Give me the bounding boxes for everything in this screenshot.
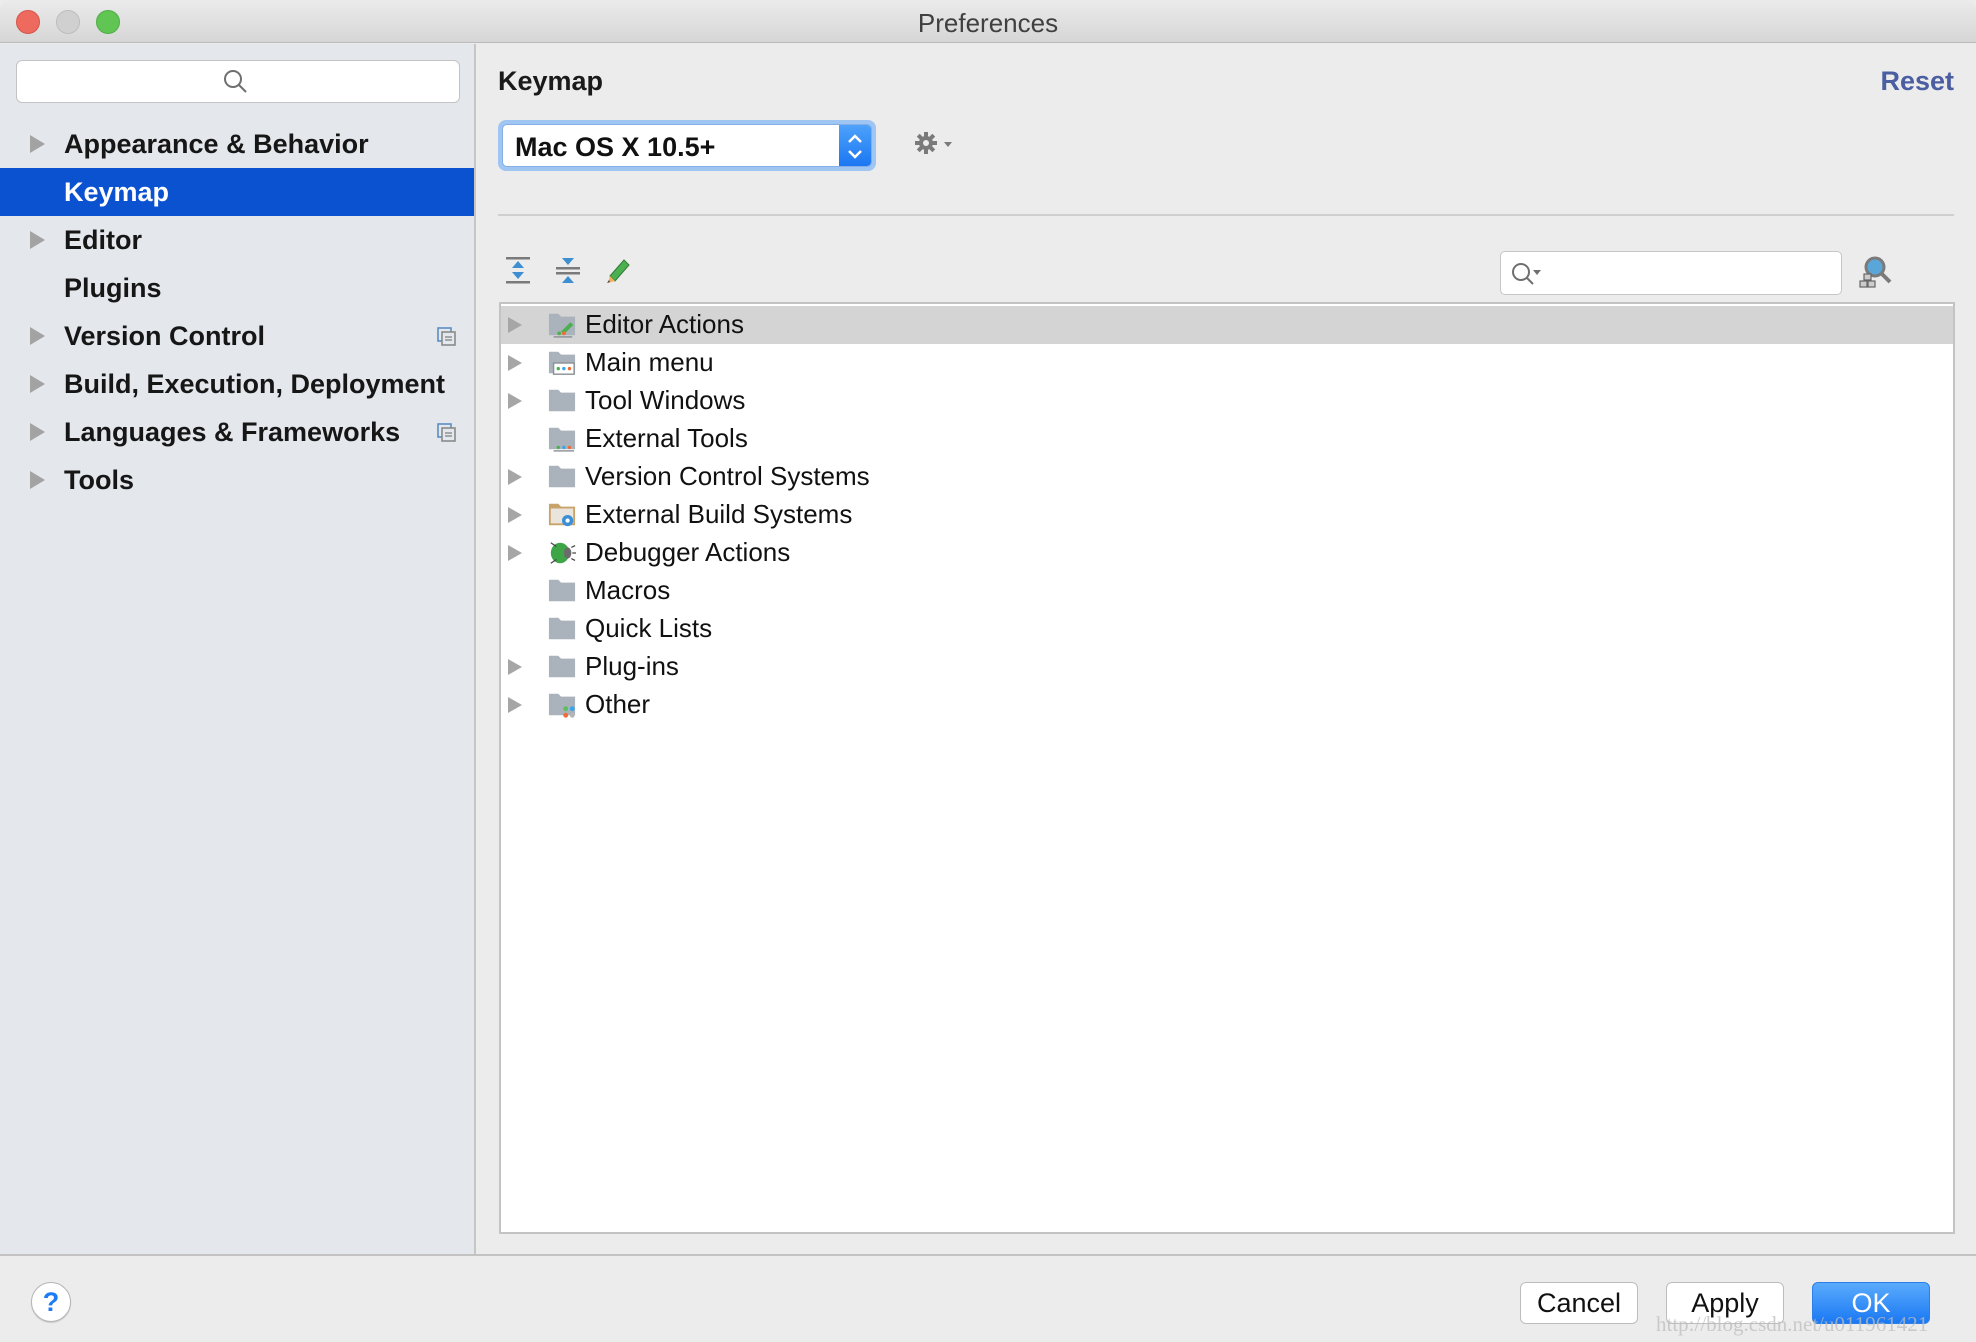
sidebar-item-label: Keymap — [64, 176, 170, 207]
tree-row-version-control-systems[interactable]: Version Control Systems — [501, 458, 1953, 496]
project-level-icon — [437, 327, 456, 346]
sidebar-item-editor[interactable]: Editor — [0, 216, 474, 264]
build-systems-folder-icon — [548, 503, 576, 527]
keymap-panel: Keymap Reset Mac OS X 10.5+ Editor Actio… — [478, 44, 1976, 1254]
tree-row-tool-windows[interactable]: Tool Windows — [501, 382, 1953, 420]
folder-icon — [548, 389, 576, 412]
keymap-search-input[interactable] — [1551, 258, 1831, 288]
expand-arrow-icon[interactable] — [30, 231, 45, 249]
page-title: Keymap — [498, 66, 604, 96]
other-folder-icon — [548, 693, 576, 718]
pencil-icon[interactable] — [602, 254, 634, 286]
expand-arrow-icon[interactable] — [508, 507, 522, 523]
folder-icon — [548, 465, 576, 488]
expand-arrow-icon[interactable] — [508, 545, 522, 561]
sidebar-item-build-execution-deployment[interactable]: Build, Execution, Deployment — [0, 360, 474, 408]
tree-row-label: Version Control Systems — [585, 461, 870, 491]
search-icon — [224, 70, 247, 93]
tree-row-label: External Build Systems — [585, 499, 853, 529]
tree-row-label: External Tools — [585, 423, 748, 453]
select-stepper-icon — [839, 125, 871, 166]
sidebar-item-languages-and-frameworks[interactable]: Languages & Frameworks — [0, 408, 474, 456]
sidebar-item-label: Editor — [64, 224, 142, 255]
expand-arrow-icon[interactable] — [508, 317, 522, 333]
expand-arrow-icon[interactable] — [30, 423, 45, 441]
sidebar-item-label: Appearance & Behavior — [64, 128, 369, 159]
expand-arrow-icon[interactable] — [30, 327, 45, 345]
project-level-icon — [437, 423, 456, 442]
tree-row-label: Plug-ins — [585, 651, 679, 681]
tree-row-quick-lists[interactable]: Quick Lists — [501, 610, 1953, 648]
window-title: Preferences — [917, 8, 1059, 38]
expand-all-icon[interactable] — [502, 254, 534, 286]
sidebar-item-plugins[interactable]: Plugins — [0, 264, 474, 312]
keymap-select[interactable]: Mac OS X 10.5+ — [498, 120, 876, 171]
tree-row-label: Editor Actions — [585, 309, 744, 339]
keymap-select-value: Mac OS X 10.5+ — [515, 132, 716, 162]
tree-row-label: Other — [585, 689, 651, 719]
preferences-window: Preferences Appearance & Behavior Keymap E… — [0, 0, 1976, 1342]
expand-arrow-icon[interactable] — [30, 471, 45, 489]
expand-arrow-icon[interactable] — [508, 469, 522, 485]
tree-row-label: Main menu — [585, 347, 714, 377]
sidebar-item-appearance-and-behavior[interactable]: Appearance & Behavior — [0, 120, 474, 168]
expand-arrow-icon[interactable] — [30, 375, 45, 393]
tree-row-label: Debugger Actions — [585, 537, 791, 567]
collapse-all-icon[interactable] — [552, 254, 584, 286]
search-history-icon[interactable] — [1509, 260, 1549, 288]
dialog-footer: ? Cancel Apply OK http://blog.csdn.net/u… — [0, 1254, 1976, 1342]
folder-icon — [548, 655, 576, 678]
sidebar-item-tools[interactable]: Tools — [0, 456, 474, 504]
sidebar-item-label: Plugins — [64, 272, 162, 303]
find-by-shortcut-icon[interactable] — [1858, 254, 1894, 290]
title-bar[interactable]: Preferences — [0, 0, 1976, 43]
tree-row-plug-ins[interactable]: Plug-ins — [501, 648, 1953, 686]
sidebar-item-label: Build, Execution, Deployment — [64, 368, 446, 399]
folder-icon — [548, 617, 576, 640]
expand-arrow-icon[interactable] — [30, 135, 45, 153]
expand-arrow-icon[interactable] — [508, 393, 522, 409]
bug-icon — [550, 542, 576, 564]
settings-sidebar: Appearance & Behavior Keymap Editor Plugins… — [0, 44, 476, 1254]
watermark: http://blog.csdn.net/u011961421 — [1656, 1312, 1929, 1336]
editor-actions-folder-icon — [548, 313, 576, 338]
tree-row-other[interactable]: Other — [501, 686, 1953, 724]
expand-arrow-icon[interactable] — [508, 697, 522, 713]
sidebar-item-keymap[interactable]: Keymap — [0, 168, 474, 216]
tree-row-label: Macros — [585, 575, 671, 605]
tree-row-editor-actions[interactable]: Editor Actions — [501, 306, 1953, 344]
tree-row-label: Tool Windows — [585, 385, 746, 415]
reset-link[interactable]: Reset — [1880, 66, 1954, 97]
separator — [498, 214, 1954, 216]
folder-icon — [548, 579, 576, 602]
tree-row-debugger-actions[interactable]: Debugger Actions — [501, 534, 1953, 572]
keymap-action-tree[interactable]: Editor Actions Main menu Tool Windows Exter… — [499, 302, 1955, 1234]
tree-row-external-tools[interactable]: External Tools — [501, 420, 1953, 458]
expand-arrow-icon[interactable] — [508, 355, 522, 371]
external-tools-folder-icon — [548, 427, 576, 452]
expand-arrow-icon[interactable] — [508, 659, 522, 675]
tree-row-macros[interactable]: Macros — [501, 572, 1953, 610]
help-button[interactable]: ? — [31, 1282, 71, 1322]
tree-row-external-build-systems[interactable]: External Build Systems — [501, 496, 1953, 534]
main-menu-folder-icon — [548, 351, 576, 375]
sidebar-item-label: Version Control — [64, 320, 266, 351]
gear-icon[interactable] — [914, 130, 958, 160]
keymap-search-field[interactable] — [1500, 251, 1842, 295]
sidebar-item-label: Tools — [64, 464, 134, 495]
sidebar-search-input[interactable] — [16, 60, 460, 103]
sidebar-item-label: Languages & Frameworks — [64, 416, 401, 447]
sidebar-item-version-control[interactable]: Version Control — [0, 312, 474, 360]
tree-row-label: Quick Lists — [585, 613, 713, 643]
cancel-button[interactable]: Cancel — [1520, 1282, 1638, 1324]
tree-row-main-menu[interactable]: Main menu — [501, 344, 1953, 382]
